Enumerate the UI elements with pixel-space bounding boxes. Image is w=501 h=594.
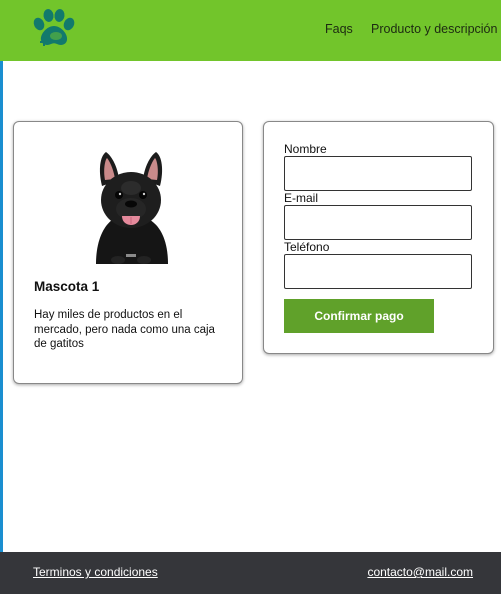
contact-email-link[interactable]: contacto@mail.com [367, 565, 473, 579]
logo-paw-icon[interactable] [30, 8, 76, 52]
nav-link-producto[interactable]: Producto y descripción [371, 22, 497, 36]
product-description: Hay miles de productos en el mercado, pe… [34, 309, 215, 350]
window-left-edge [0, 0, 3, 594]
nombre-label: Nombre [284, 142, 327, 156]
product-card: Mascota 1 Hay miles de productos en el m… [13, 121, 243, 384]
email-label: E-mail [284, 191, 319, 205]
footer: Terminos y condiciones contacto@mail.com [0, 552, 501, 594]
confirm-payment-button[interactable]: Confirmar pago [284, 299, 434, 333]
french-bulldog-photo [90, 150, 172, 264]
telefono-input[interactable] [284, 254, 472, 289]
payment-form: Nombre E-mail Teléfono Confirmar pago [263, 121, 494, 354]
email-input[interactable] [284, 205, 472, 240]
top-navbar: Faqs Producto y descripción [0, 0, 501, 61]
terms-link[interactable]: Terminos y condiciones [33, 565, 158, 579]
telefono-label: Teléfono [284, 240, 330, 254]
nav-link-faqs[interactable]: Faqs [325, 22, 353, 36]
product-title: Mascota 1 [34, 279, 100, 294]
nombre-input[interactable] [284, 156, 472, 191]
